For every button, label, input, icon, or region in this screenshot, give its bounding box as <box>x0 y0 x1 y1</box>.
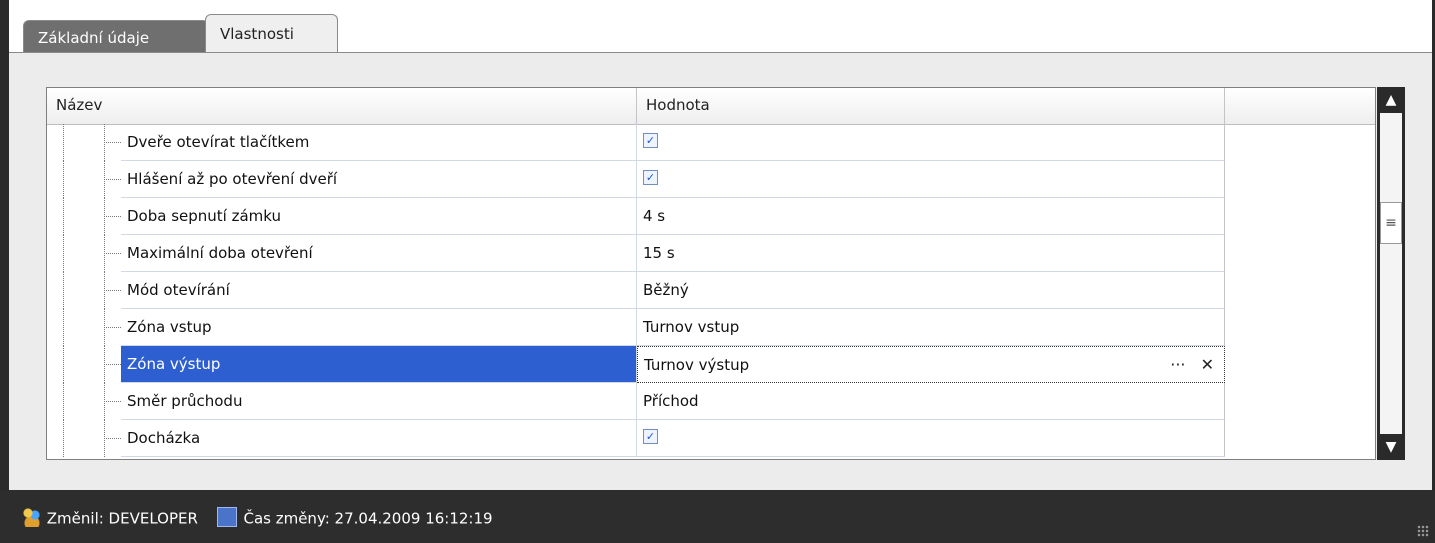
resize-grip-icon[interactable] <box>1417 525 1429 537</box>
property-value[interactable]: 4 s <box>637 198 1225 235</box>
property-value[interactable]: Běžný <box>637 272 1225 309</box>
column-header-name[interactable]: Název <box>47 88 637 124</box>
calendar-clock-icon <box>216 507 237 527</box>
table-row[interactable]: Dveře otevírat tlačítkem ✓ <box>47 124 1225 161</box>
tree-lines <box>47 420 121 457</box>
checkbox-checked[interactable]: ✓ <box>643 170 658 185</box>
tree-lines <box>47 124 121 161</box>
tab-vlastnosti[interactable]: Vlastnosti <box>205 14 338 52</box>
property-name[interactable]: Zóna vstup <box>121 309 637 346</box>
table-row[interactable]: Docházka ✓ <box>47 420 1225 457</box>
properties-panel: Název Hodnota Dveře otevírat tlačítkem ✓… <box>9 52 1432 490</box>
scroll-thumb[interactable]: ≡ <box>1380 202 1402 244</box>
table-row[interactable]: Mód otevírání Běžný <box>47 272 1225 309</box>
property-name[interactable]: Docházka <box>121 420 637 457</box>
property-name[interactable]: Dveře otevírat tlačítkem <box>121 124 637 161</box>
tree-lines <box>47 161 121 198</box>
ellipsis-button[interactable]: ··· <box>1170 355 1185 374</box>
table-row[interactable]: Hlášení až po otevření dveří ✓ <box>47 161 1225 198</box>
tree-lines <box>47 272 121 309</box>
tree-lines <box>47 383 121 420</box>
tree-lines <box>47 198 121 235</box>
status-content: Změnil: DEVELOPER Čas změny: 27.04.2009 … <box>22 507 493 529</box>
property-value[interactable]: Příchod <box>637 383 1225 420</box>
table-row[interactable]: Maximální doba otevření 15 s <box>47 235 1225 272</box>
tab-zakladni-udaje[interactable]: Základní údaje <box>23 20 209 54</box>
tree-lines <box>47 235 121 272</box>
grid-header: Název Hodnota <box>47 88 1375 125</box>
scroll-up-icon[interactable]: ▲ <box>1377 87 1405 113</box>
property-name[interactable]: Zóna výstup <box>121 346 637 383</box>
users-icon <box>22 507 42 527</box>
column-header-value[interactable]: Hodnota <box>637 88 1225 124</box>
property-value-editor[interactable]: Turnov výstup ··· ✕ <box>637 346 1225 383</box>
scroll-track[interactable]: ≡ <box>1380 113 1402 434</box>
editor-buttons: ··· ✕ <box>1160 347 1214 383</box>
property-name[interactable]: Doba sepnutí zámku <box>121 198 637 235</box>
tree-lines <box>47 346 121 383</box>
scroll-down-icon[interactable]: ▼ <box>1377 434 1405 460</box>
column-header-empty <box>1225 88 1375 124</box>
table-row[interactable]: Zóna vstup Turnov vstup <box>47 309 1225 346</box>
property-name[interactable]: Mód otevírání <box>121 272 637 309</box>
property-value[interactable]: ✓ <box>637 420 1225 457</box>
property-value[interactable]: ✓ <box>637 124 1225 161</box>
grid-rows: Dveře otevírat tlačítkem ✓ Hlášení až po… <box>47 124 1225 457</box>
tab-bar: Základní údaje Vlastnosti <box>9 0 1432 54</box>
property-value[interactable]: Turnov vstup <box>637 309 1225 346</box>
property-value[interactable]: ✓ <box>637 161 1225 198</box>
changed-time-label: Čas změny: 27.04.2009 16:12:19 <box>243 509 493 528</box>
status-bar: Změnil: DEVELOPER Čas změny: 27.04.2009 … <box>0 490 1435 543</box>
property-grid: Název Hodnota Dveře otevírat tlačítkem ✓… <box>46 87 1376 460</box>
checkbox-checked[interactable]: ✓ <box>643 429 658 444</box>
vertical-scrollbar[interactable]: ▲ ≡ ▼ <box>1377 87 1405 460</box>
table-row[interactable]: Směr průchodu Příchod <box>47 383 1225 420</box>
property-value-text[interactable]: Turnov výstup <box>644 356 749 374</box>
property-value[interactable]: 15 s <box>637 235 1225 272</box>
clear-button[interactable]: ✕ <box>1201 355 1214 374</box>
changed-by-label: Změnil: DEVELOPER <box>46 509 198 528</box>
checkbox-checked[interactable]: ✓ <box>643 133 658 148</box>
property-name[interactable]: Maximální doba otevření <box>121 235 637 272</box>
table-row[interactable]: Doba sepnutí zámku 4 s <box>47 198 1225 235</box>
property-name[interactable]: Směr průchodu <box>121 383 637 420</box>
left-frame <box>0 0 9 543</box>
table-row-selected[interactable]: Zóna výstup Turnov výstup ··· ✕ <box>47 346 1225 383</box>
tree-lines <box>47 309 121 346</box>
property-name[interactable]: Hlášení až po otevření dveří <box>121 161 637 198</box>
